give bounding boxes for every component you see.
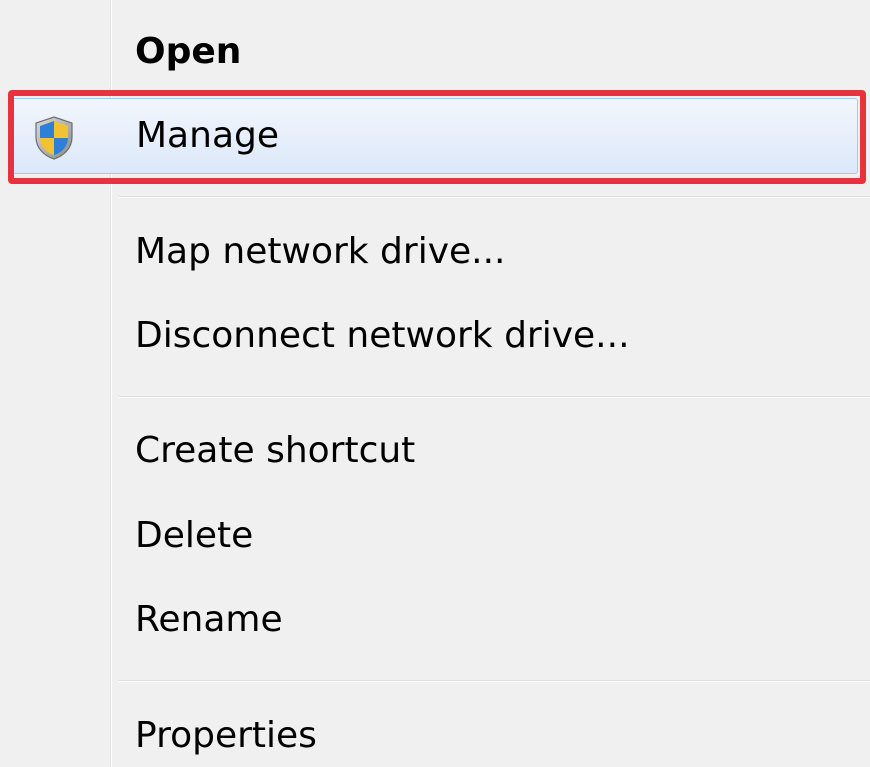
menu-item-create-shortcut[interactable]: Create shortcut [12, 413, 858, 489]
menu-item-label: Properties [135, 715, 317, 756]
menu-item-label: Create shortcut [135, 430, 416, 471]
menu-item-properties[interactable]: Properties [12, 698, 858, 767]
menu-item-delete[interactable]: Delete [12, 498, 858, 574]
menu-item-disconnect-network-drive[interactable]: Disconnect network drive... [12, 298, 858, 374]
menu-item-label: Map network drive... [135, 231, 506, 272]
menu-item-manage[interactable]: Manage [12, 98, 858, 174]
menu-item-label: Rename [135, 599, 283, 640]
menu-item-label: Open [135, 31, 242, 72]
menu-item-map-network-drive[interactable]: Map network drive... [12, 214, 858, 290]
uac-shield-icon [32, 115, 76, 161]
menu-item-label: Disconnect network drive... [135, 315, 630, 356]
menu-separator [118, 196, 870, 198]
menu-item-open[interactable]: Open [12, 14, 858, 90]
menu-item-label: Delete [135, 515, 254, 556]
menu-separator [118, 396, 870, 398]
context-menu: Open Manage Map network drive... Disconn… [0, 0, 870, 767]
menu-item-label: Manage [136, 115, 279, 156]
menu-item-rename[interactable]: Rename [12, 582, 858, 658]
menu-separator [118, 680, 870, 682]
